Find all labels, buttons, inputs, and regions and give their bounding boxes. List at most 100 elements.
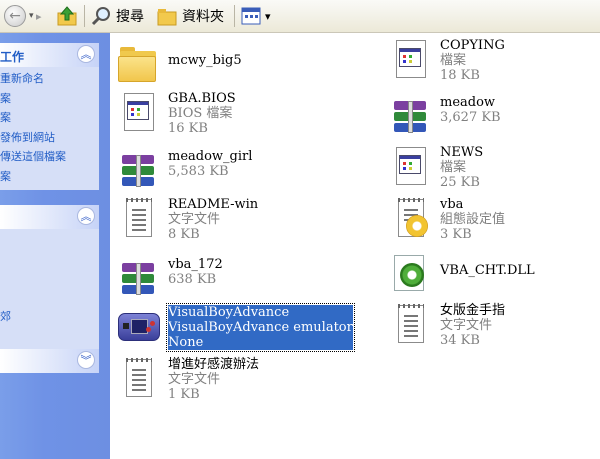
forward-button[interactable]: ▸ bbox=[36, 4, 42, 28]
config-file-icon bbox=[388, 197, 432, 241]
file-item[interactable]: NEWS 檔案 25 KB bbox=[388, 145, 483, 190]
up-button[interactable] bbox=[56, 4, 78, 28]
file-item[interactable]: meadow_girl 5,583 KB bbox=[116, 149, 252, 193]
file-type: 檔案 bbox=[440, 53, 467, 68]
file-item[interactable]: GBA.BIOS BIOS 檔案 16 KB bbox=[116, 91, 236, 136]
place-link[interactable]: 郊 bbox=[0, 307, 11, 327]
rar-archive-icon bbox=[388, 95, 432, 139]
gameboy-advance-icon bbox=[116, 305, 160, 349]
task-link-rename[interactable]: 重新命名 bbox=[0, 69, 99, 89]
task-link-send[interactable]: 傳送這個檔案 bbox=[0, 147, 99, 167]
tasks-box: 工作 ︽ 重新命名 案 案 發佈到網站 傳送這個檔案 案 bbox=[0, 43, 99, 190]
file-name: 女版金手指 bbox=[440, 303, 506, 318]
chevron-down-icon[interactable]: ▾ bbox=[29, 11, 34, 21]
file-type: 組態設定值 bbox=[440, 212, 506, 227]
file-size: 16 KB bbox=[168, 121, 208, 136]
file-name: meadow_girl bbox=[168, 149, 253, 164]
task-link[interactable]: 案 bbox=[0, 108, 99, 128]
file-name: vba bbox=[440, 197, 464, 212]
search-label: 搜尋 bbox=[116, 9, 144, 25]
file-text: VisualBoyAdvance VisualBoyAdvance emulat… bbox=[166, 303, 355, 352]
folders-label: 資料夾 bbox=[182, 9, 224, 25]
file-name: README-win bbox=[168, 197, 259, 212]
views-icon bbox=[241, 7, 261, 25]
tasks-box-title: 工作 bbox=[0, 50, 25, 64]
file-name: VisualBoyAdvance bbox=[168, 305, 290, 320]
toolbar-separator bbox=[84, 5, 85, 27]
chevron-down-icon[interactable]: ▾ bbox=[265, 10, 271, 23]
file-item[interactable]: 女版金手指 文字文件 34 KB bbox=[388, 303, 505, 348]
file-text: README-win 文字文件 8 KB bbox=[168, 197, 258, 242]
details-box: ︾ bbox=[0, 349, 99, 373]
rar-archive-icon bbox=[116, 149, 160, 193]
search-icon bbox=[91, 7, 110, 26]
dll-gear-icon bbox=[388, 251, 432, 295]
file-list: mcwy_big5 COPYING 檔案 18 KB GBA.BIOS BIOS… bbox=[110, 33, 600, 459]
file-icon bbox=[388, 145, 432, 189]
file-size: 5,583 KB bbox=[168, 164, 229, 179]
file-name: vba_172 bbox=[168, 257, 223, 272]
file-type: VisualBoyAdvance emulator bbox=[168, 320, 353, 335]
file-size: 638 KB bbox=[168, 272, 217, 287]
views-button[interactable]: ▾ bbox=[240, 4, 271, 28]
file-item[interactable]: README-win 文字文件 8 KB bbox=[116, 197, 258, 242]
details-header[interactable]: ︾ bbox=[0, 349, 99, 373]
folder-up-icon bbox=[57, 6, 77, 26]
file-text: vba_172 638 KB bbox=[168, 257, 223, 287]
toolbar: ← ▾ ▸ 搜尋 資料夾 ▾ bbox=[0, 0, 600, 33]
collapse-chevron-icon[interactable]: ︽ bbox=[77, 207, 95, 225]
text-document-icon bbox=[388, 303, 432, 347]
rar-archive-icon bbox=[116, 257, 160, 301]
file-text: meadow_girl 5,583 KB bbox=[168, 149, 252, 179]
text-document-icon bbox=[116, 357, 160, 401]
toolbar-separator bbox=[234, 5, 235, 27]
file-name: GBA.BIOS bbox=[168, 91, 236, 106]
back-arrow-icon: ← bbox=[4, 5, 26, 27]
tasks-box-header[interactable]: 工作 ︽ bbox=[0, 43, 99, 67]
file-item[interactable]: vba 組態設定值 3 KB bbox=[388, 197, 505, 242]
folder-icon bbox=[116, 41, 160, 85]
file-item[interactable]: VBA_CHT.DLL bbox=[388, 251, 535, 295]
file-icon bbox=[388, 38, 432, 82]
task-pane: 工作 ︽ 重新命名 案 案 發佈到網站 傳送這個檔案 案 ︽ 郊 ︾ bbox=[0, 33, 110, 459]
folders-button[interactable]: 資料夾 bbox=[156, 4, 224, 28]
file-name: mcwy_big5 bbox=[168, 53, 242, 68]
file-name: VBA_CHT.DLL bbox=[440, 263, 535, 278]
file-text: 女版金手指 文字文件 34 KB bbox=[440, 303, 505, 348]
file-type: 文字文件 bbox=[168, 372, 221, 387]
file-size: 8 KB bbox=[168, 227, 200, 242]
expand-chevron-icon[interactable]: ︾ bbox=[77, 351, 95, 369]
other-places-box: ︽ 郊 bbox=[0, 205, 99, 371]
file-text: 增進好感渡辦法 文字文件 1 KB bbox=[168, 357, 259, 402]
file-type: 文字文件 bbox=[168, 212, 221, 227]
task-link[interactable]: 案 bbox=[0, 89, 99, 109]
text-document-icon bbox=[116, 197, 160, 241]
file-size: 34 KB bbox=[440, 333, 480, 348]
file-item[interactable]: 增進好感渡辦法 文字文件 1 KB bbox=[116, 357, 259, 402]
file-text: VBA_CHT.DLL bbox=[440, 263, 535, 278]
file-text: mcwy_big5 bbox=[168, 53, 242, 68]
file-size: 18 KB bbox=[440, 68, 480, 83]
file-text: vba 組態設定值 3 KB bbox=[440, 197, 505, 242]
file-item[interactable]: mcwy_big5 bbox=[116, 41, 242, 85]
file-type: 文字文件 bbox=[440, 318, 493, 333]
file-size: None bbox=[168, 335, 204, 350]
file-item[interactable]: vba_172 638 KB bbox=[116, 257, 223, 301]
other-places-header[interactable]: ︽ bbox=[0, 205, 99, 229]
back-button[interactable]: ← ▾ bbox=[4, 4, 34, 28]
file-item-selected[interactable]: VisualBoyAdvance VisualBoyAdvance emulat… bbox=[116, 303, 355, 352]
collapse-chevron-icon[interactable]: ︽ bbox=[77, 45, 95, 63]
file-text: meadow 3,627 KB bbox=[440, 95, 501, 125]
file-item[interactable]: meadow 3,627 KB bbox=[388, 95, 501, 139]
file-size: 3 KB bbox=[440, 227, 472, 242]
file-item[interactable]: COPYING 檔案 18 KB bbox=[388, 38, 505, 83]
file-name: NEWS bbox=[440, 145, 484, 160]
file-text: COPYING 檔案 18 KB bbox=[440, 38, 505, 83]
task-link-publish[interactable]: 發佈到網站 bbox=[0, 128, 99, 148]
tasks-links: 重新命名 案 案 發佈到網站 傳送這個檔案 案 bbox=[0, 67, 99, 190]
file-name: 增進好感渡辦法 bbox=[168, 357, 260, 372]
file-size: 3,627 KB bbox=[440, 110, 501, 125]
search-button[interactable]: 搜尋 bbox=[90, 4, 144, 28]
task-link[interactable]: 案 bbox=[0, 167, 99, 187]
file-text: NEWS 檔案 25 KB bbox=[440, 145, 483, 190]
